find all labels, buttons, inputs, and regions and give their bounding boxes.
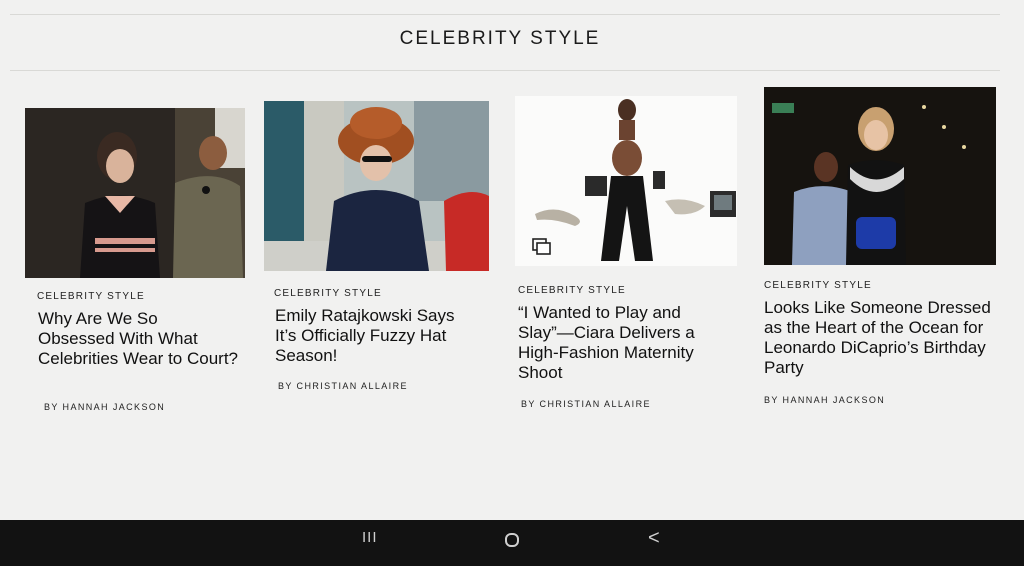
section-divider	[10, 70, 1000, 71]
page-screen: CELEBRITY STYLE CELEBRITY STYLE Why Are …	[0, 0, 1024, 520]
article-image-4[interactable]	[764, 87, 996, 265]
home-icon	[505, 533, 519, 547]
article-kicker[interactable]: CELEBRITY STYLE	[274, 288, 382, 299]
article-headline[interactable]: “I Wanted to Play and Slay”—Ciara Delive…	[518, 303, 728, 383]
article-kicker[interactable]: CELEBRITY STYLE	[764, 280, 872, 291]
article-byline[interactable]: BY HANNAH JACKSON	[764, 395, 885, 405]
back-button[interactable]: <	[648, 528, 660, 548]
birthday-party-photo	[764, 87, 996, 265]
article-byline[interactable]: BY HANNAH JACKSON	[44, 402, 165, 412]
article-headline[interactable]: Why Are We So Obsessed With What Celebri…	[38, 309, 238, 369]
home-button[interactable]	[504, 532, 520, 548]
article-headline[interactable]: Emily Ratajkowski Says It’s Officially F…	[275, 306, 480, 366]
article-image-1[interactable]	[25, 108, 245, 278]
recents-button[interactable]: III	[362, 528, 378, 548]
system-navigation-bar: III <	[0, 520, 1024, 566]
top-divider	[10, 14, 1000, 15]
article-image-2[interactable]	[264, 101, 489, 271]
article-kicker[interactable]: CELEBRITY STYLE	[37, 291, 145, 302]
article-image-3[interactable]	[515, 96, 737, 266]
section-title: CELEBRITY STYLE	[399, 28, 601, 49]
article-headline[interactable]: Looks Like Someone Dressed as the Heart …	[764, 298, 999, 378]
fuzzy-hat-photo	[264, 101, 489, 271]
article-kicker[interactable]: CELEBRITY STYLE	[518, 285, 626, 296]
article-byline[interactable]: BY CHRISTIAN ALLAIRE	[278, 381, 408, 391]
gallery-icon[interactable]	[532, 238, 551, 255]
article-byline[interactable]: BY CHRISTIAN ALLAIRE	[521, 399, 651, 409]
courtroom-photo	[25, 108, 245, 278]
